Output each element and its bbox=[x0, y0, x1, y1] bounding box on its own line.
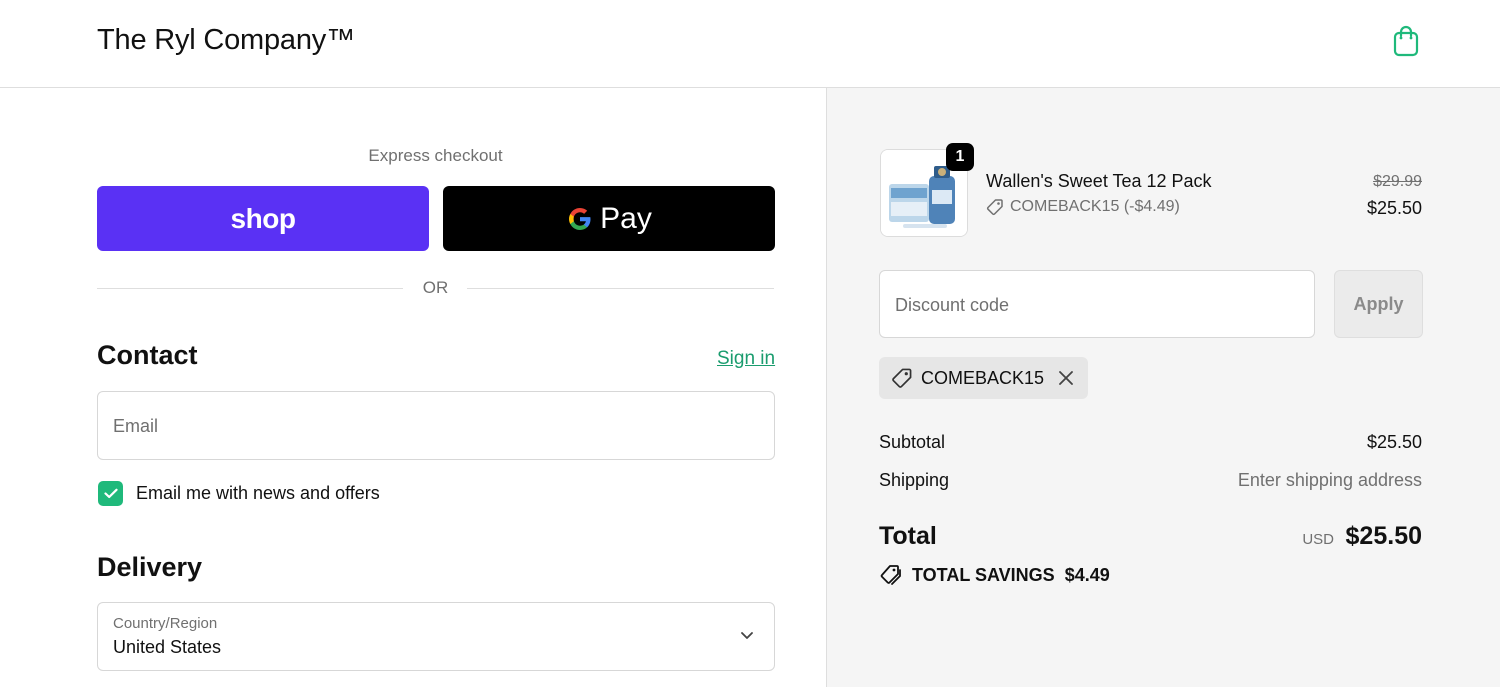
total-currency: USD bbox=[1302, 531, 1334, 548]
apply-discount-button[interactable]: Apply bbox=[1334, 270, 1423, 338]
google-g-icon bbox=[569, 207, 591, 230]
discounted-price: $25.50 bbox=[1366, 198, 1422, 218]
quantity-badge: 1 bbox=[946, 143, 974, 171]
applied-discount-chip: COMEBACK15 bbox=[879, 357, 1089, 399]
total-label: Total bbox=[879, 522, 937, 550]
or-text: OR bbox=[422, 278, 449, 297]
chevron-down-icon bbox=[741, 632, 753, 639]
subtotal-value: $25.50 bbox=[1366, 432, 1422, 452]
newsletter-label: Email me with news and offers bbox=[136, 482, 380, 503]
savings-tag-icon bbox=[880, 565, 901, 585]
order-summary-panel: 1 Wallen's Sweet Tea 12 Pack COMEBACK15 … bbox=[826, 88, 1500, 687]
brand-name[interactable]: The Ryl Company™ bbox=[97, 24, 355, 57]
product-discount: COMEBACK15 (-$4.49) bbox=[986, 198, 1180, 216]
discount-code-placeholder: Discount code bbox=[895, 295, 1010, 315]
tag-icon bbox=[892, 368, 912, 388]
checkout-form-panel: Express checkout shop Pay OR Contact Sig… bbox=[0, 88, 826, 687]
header: The Ryl Company™ bbox=[0, 0, 1500, 88]
delivery-heading: Delivery bbox=[97, 552, 203, 582]
newsletter-checkbox[interactable] bbox=[98, 480, 123, 506]
shop-pay-button[interactable]: shop bbox=[97, 186, 429, 251]
country-select[interactable]: Country/Region United States bbox=[97, 602, 775, 671]
total-value: $25.50 bbox=[1345, 522, 1422, 550]
discount-code-input[interactable]: Discount code bbox=[879, 270, 1315, 338]
country-value: United States bbox=[113, 637, 222, 657]
savings-value: $4.49 bbox=[1064, 564, 1110, 585]
contact-heading: Contact bbox=[97, 340, 198, 370]
country-label: Country/Region bbox=[113, 615, 218, 632]
tag-icon bbox=[986, 199, 1003, 216]
newsletter-option[interactable]: Email me with news and offers bbox=[98, 480, 380, 506]
subtotal-label: Subtotal bbox=[879, 432, 946, 452]
applied-discount-code: COMEBACK15 bbox=[921, 367, 1045, 388]
email-field[interactable]: Email bbox=[97, 391, 775, 460]
remove-discount-icon[interactable] bbox=[1058, 370, 1074, 386]
google-pay-label: Pay bbox=[600, 201, 652, 235]
shopping-bag-icon[interactable] bbox=[1390, 24, 1422, 60]
sign-in-link[interactable]: Sign in bbox=[717, 348, 775, 370]
or-divider: OR bbox=[97, 278, 774, 300]
express-checkout-label: Express checkout bbox=[368, 146, 503, 165]
shipping-label: Shipping bbox=[879, 470, 950, 490]
total-savings: TOTAL SAVINGS $4.49 bbox=[879, 564, 1110, 586]
product-name: Wallen's Sweet Tea 12 Pack bbox=[986, 171, 1212, 191]
savings-label: TOTAL SAVINGS bbox=[912, 564, 1055, 585]
shipping-value: Enter shipping address bbox=[1237, 470, 1422, 490]
email-placeholder: Email bbox=[113, 416, 159, 436]
product-discount-text: COMEBACK15 (-$4.49) bbox=[1010, 198, 1180, 215]
checkmark-icon bbox=[103, 488, 118, 498]
original-price: $29.99 bbox=[1373, 173, 1422, 190]
google-pay-button[interactable]: Pay bbox=[443, 186, 775, 251]
shop-pay-logo: shop bbox=[230, 202, 296, 234]
